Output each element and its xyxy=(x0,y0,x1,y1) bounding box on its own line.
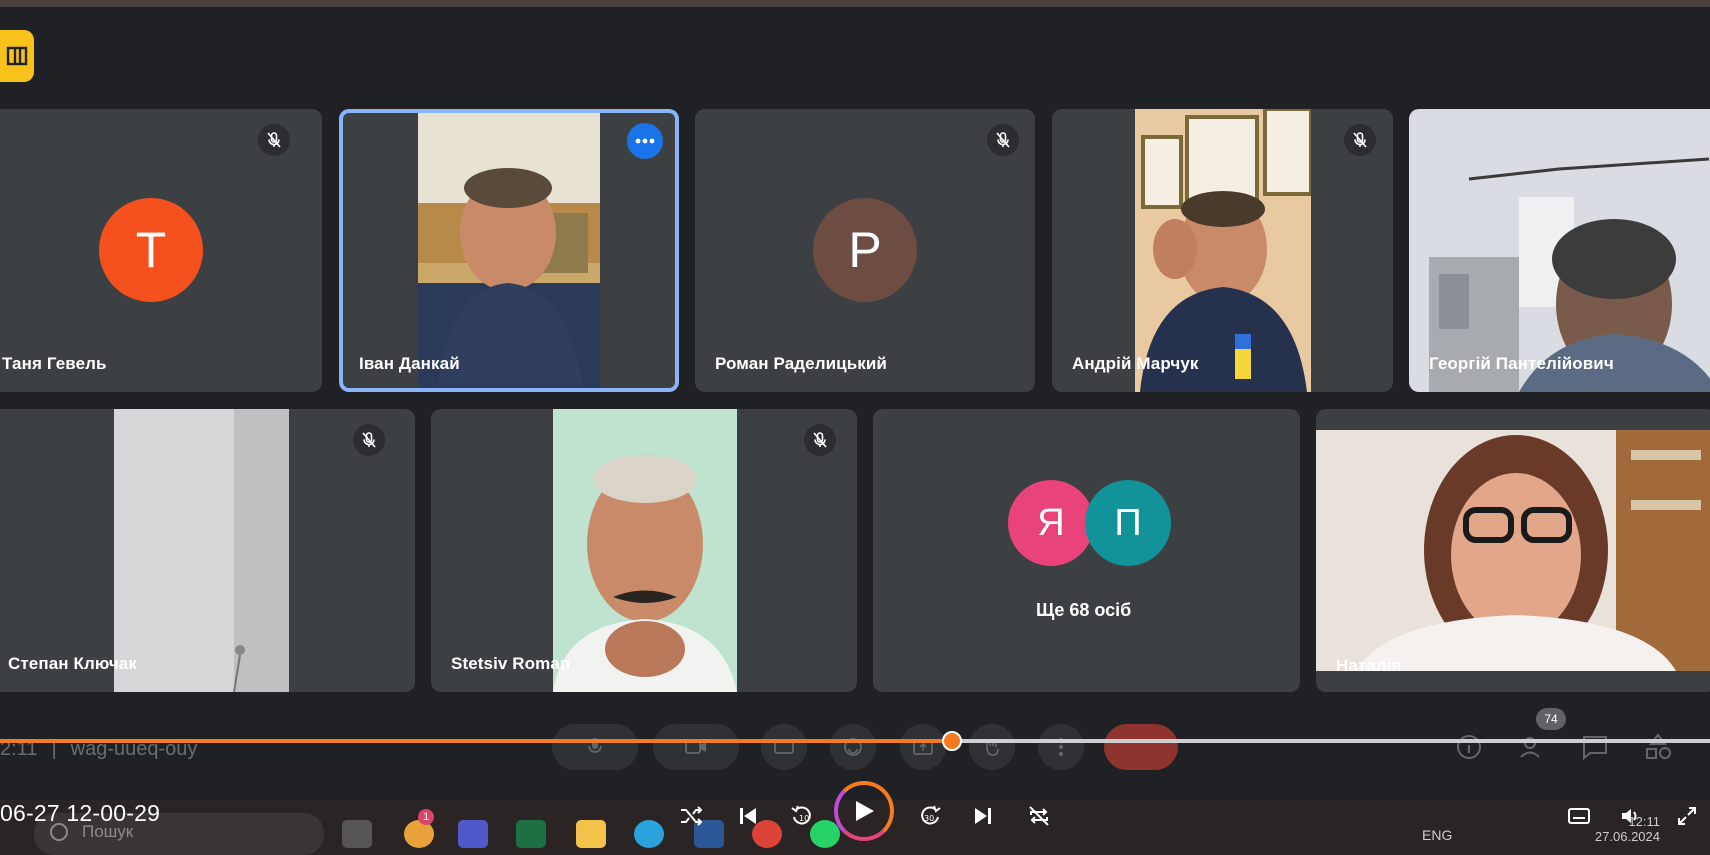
forward-30-icon: 30 xyxy=(921,805,941,825)
recording-timestamp: 06-27 12-00-29 xyxy=(0,800,161,826)
repeat-off-icon xyxy=(1029,806,1049,826)
window-top-strip xyxy=(0,0,1710,7)
mic-off-icon xyxy=(987,124,1019,156)
captions-button[interactable] xyxy=(761,724,807,770)
rewind-10-icon: 10 xyxy=(791,805,811,825)
playback-progress-fill xyxy=(0,739,953,743)
shuffle-icon xyxy=(681,806,703,826)
playback-scrubber[interactable] xyxy=(942,731,963,751)
app-badge[interactable] xyxy=(0,30,34,82)
participant-count-badge: 74 xyxy=(1536,708,1566,730)
recorded-meeting-screen: Т Таня Гевель Іван Данкай Р Роман Радели… xyxy=(0,0,1710,855)
svg-text:30: 30 xyxy=(924,814,934,823)
present-button[interactable] xyxy=(900,724,946,770)
shuffle-button[interactable] xyxy=(676,800,706,832)
avatar: Р xyxy=(813,198,917,302)
playback-progress-bar[interactable] xyxy=(0,731,1710,751)
participant-name: Наталія xyxy=(1336,656,1402,675)
mic-off-icon xyxy=(804,424,836,456)
forward-30-button[interactable]: 30 xyxy=(915,800,945,832)
participant-tile-georgiy[interactable]: Георгій Пантелійович xyxy=(1409,109,1710,392)
participant-name: Георгій Пантелійович xyxy=(1429,354,1614,373)
video-feed xyxy=(1409,109,1710,392)
next-button[interactable] xyxy=(968,800,998,832)
camera-control[interactable] xyxy=(653,724,739,770)
raise-hand-button[interactable] xyxy=(969,724,1015,770)
previous-button[interactable] xyxy=(733,800,763,832)
participant-tile-tanya[interactable]: Т Таня Гевель xyxy=(0,109,322,392)
participant-name: Степан Ключак xyxy=(8,654,137,673)
meeting-details-icon[interactable] xyxy=(1454,732,1486,764)
play-button[interactable] xyxy=(834,781,894,841)
repeat-off-button[interactable] xyxy=(1024,800,1054,832)
participant-name: Роман Раделицький xyxy=(715,354,887,373)
video-feed xyxy=(114,409,289,692)
teams-icon[interactable] xyxy=(458,820,488,848)
mic-control[interactable] xyxy=(552,724,638,770)
notification-count: 1 xyxy=(418,809,434,825)
avatar: Т xyxy=(99,198,203,302)
participant-name: Stetsiv Roman xyxy=(451,654,571,673)
volume-icon xyxy=(1622,809,1637,823)
telegram-icon[interactable] xyxy=(634,820,664,848)
avatar: П xyxy=(1085,480,1171,566)
more-horiz-icon xyxy=(635,138,655,144)
chat-icon[interactable] xyxy=(1580,732,1612,764)
participant-tile-andriy[interactable]: Андрій Марчук xyxy=(1052,109,1393,392)
mic-off-icon xyxy=(353,424,385,456)
more-options-button[interactable] xyxy=(627,123,663,159)
more-options-button[interactable] xyxy=(1038,724,1084,770)
participant-tile-roman[interactable]: Р Роман Раделицький xyxy=(695,109,1035,392)
fullscreen-button[interactable] xyxy=(1672,800,1702,832)
skip-next-icon xyxy=(975,808,991,824)
svg-text:10: 10 xyxy=(799,814,809,823)
others-tile[interactable]: Я П Ще 68 осіб xyxy=(873,409,1300,692)
people-icon[interactable] xyxy=(1518,732,1550,764)
folder-icon[interactable] xyxy=(576,820,606,848)
video-feed xyxy=(1316,430,1710,671)
excel-icon[interactable] xyxy=(516,820,546,848)
volume-button[interactable] xyxy=(1616,800,1646,832)
activities-icon[interactable] xyxy=(1643,732,1675,764)
video-feed xyxy=(1135,109,1311,392)
participant-tile-natalia[interactable]: Наталія xyxy=(1316,409,1710,692)
language-indicator[interactable]: ENG xyxy=(1422,827,1452,843)
participant-tile-stepan[interactable]: Степан Ключак xyxy=(0,409,415,692)
subtitles-button[interactable] xyxy=(1564,800,1594,832)
participant-tile-ivan[interactable]: Іван Данкай xyxy=(339,109,679,392)
rewind-10-button[interactable]: 10 xyxy=(787,800,817,832)
participant-name: Таня Гевель xyxy=(2,354,107,373)
layout-icon xyxy=(6,46,28,66)
play-icon xyxy=(856,801,874,821)
emoji-button[interactable] xyxy=(830,724,876,770)
mic-off-icon xyxy=(1344,124,1376,156)
subtitles-icon xyxy=(1568,808,1590,824)
task-view-icon[interactable] xyxy=(342,820,372,848)
participant-name: Андрій Марчук xyxy=(1072,354,1199,373)
mic-off-icon xyxy=(258,124,290,156)
video-feed xyxy=(418,113,600,388)
participant-tile-stetsiv[interactable]: Stetsiv Roman xyxy=(431,409,857,692)
fullscreen-icon xyxy=(1678,807,1696,825)
more-participants-label: Ще 68 осіб xyxy=(1036,600,1132,620)
skip-previous-icon xyxy=(740,808,756,824)
video-feed xyxy=(553,409,737,692)
avatar: Я xyxy=(1008,480,1094,566)
leave-call-button[interactable] xyxy=(1104,724,1178,770)
participant-name: Іван Данкай xyxy=(359,354,460,373)
